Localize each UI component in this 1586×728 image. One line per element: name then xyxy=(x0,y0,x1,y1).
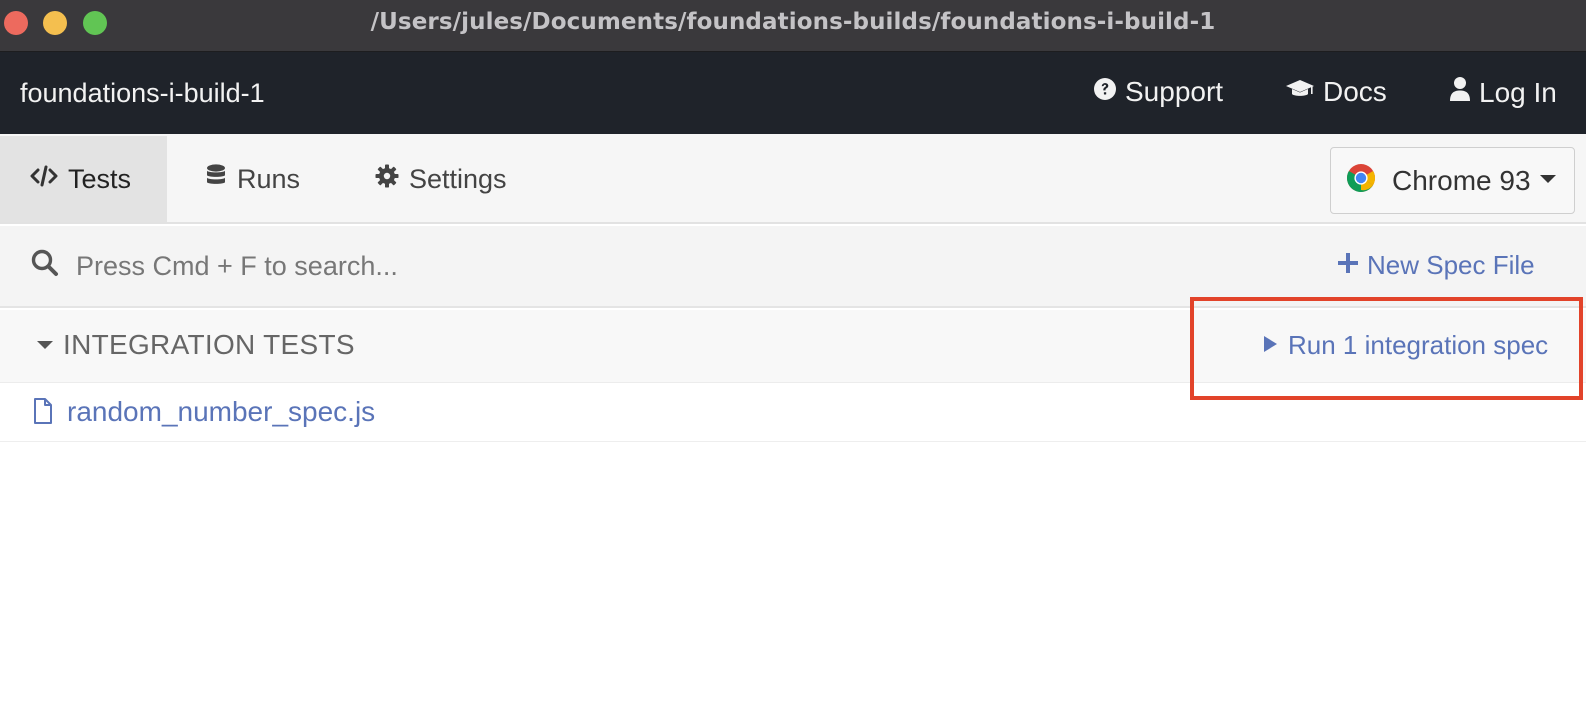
docs-label: Docs xyxy=(1323,76,1387,107)
tab-settings-label: Settings xyxy=(409,163,507,194)
search-bar: New Spec File xyxy=(0,226,1586,308)
database-icon xyxy=(205,163,237,196)
graduation-cap-icon xyxy=(1285,76,1323,108)
play-icon xyxy=(1262,330,1288,361)
user-icon xyxy=(1449,76,1479,109)
file-icon xyxy=(33,397,53,430)
window-title: /Users/jules/Documents/foundations-build… xyxy=(370,9,1216,35)
code-icon xyxy=(30,164,68,195)
run-integration-specs-button[interactable]: Run 1 integration spec xyxy=(1262,330,1548,361)
plus-icon xyxy=(1337,250,1367,281)
new-spec-file-button[interactable]: New Spec File xyxy=(1337,250,1535,281)
project-name: foundations-i-build-1 xyxy=(20,78,265,108)
run-integration-specs-label: Run 1 integration spec xyxy=(1288,330,1549,360)
spec-file-row[interactable]: random_number_spec.js xyxy=(0,384,1586,442)
question-circle-icon xyxy=(1093,76,1125,108)
tab-runs-label: Runs xyxy=(237,163,301,194)
chrome-icon xyxy=(1346,163,1376,198)
nav-bar: Tests Runs Settings Chrome 93 xyxy=(0,134,1586,224)
new-spec-file-label: New Spec File xyxy=(1367,250,1535,280)
integration-tests-header: INTEGRATION TESTS Run 1 integration spec xyxy=(0,310,1586,383)
tab-tests-label: Tests xyxy=(68,163,132,194)
support-label: Support xyxy=(1125,76,1224,107)
app-header: foundations-i-build-1 Support Docs Log I… xyxy=(0,52,1586,134)
tab-tests[interactable]: Tests xyxy=(0,136,167,222)
browser-label: Chrome 93 xyxy=(1392,164,1531,196)
login-label: Log In xyxy=(1479,76,1557,108)
window-titlebar: /Users/jules/Documents/foundations-build… xyxy=(0,0,1586,52)
login-link[interactable]: Log In xyxy=(1449,76,1557,109)
docs-link[interactable]: Docs xyxy=(1285,76,1387,108)
tab-runs[interactable]: Runs xyxy=(205,136,300,222)
caret-down-icon xyxy=(1539,172,1557,190)
caret-down-icon[interactable] xyxy=(36,338,54,356)
search-icon xyxy=(30,248,60,283)
spec-file-name: random_number_spec.js xyxy=(67,396,376,427)
gear-icon xyxy=(375,164,409,195)
tab-settings[interactable]: Settings xyxy=(375,136,507,222)
support-link[interactable]: Support xyxy=(1093,76,1223,108)
search-input[interactable] xyxy=(76,244,836,288)
integration-tests-title: INTEGRATION TESTS xyxy=(63,329,355,360)
browser-selector[interactable]: Chrome 93 xyxy=(1330,147,1575,214)
